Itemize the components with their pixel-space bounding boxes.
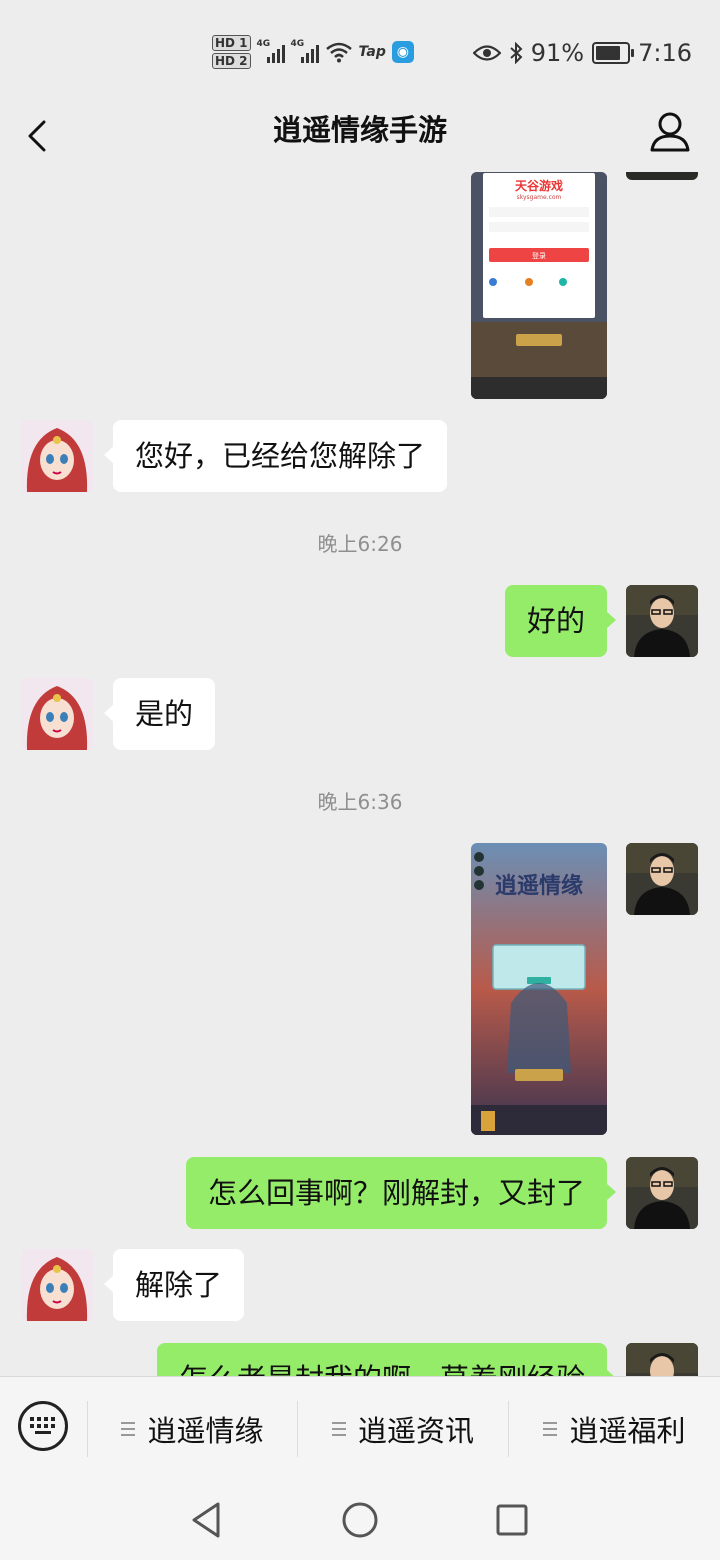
avatar-self[interactable] (626, 1343, 698, 1376)
chat-area[interactable]: 天谷游戏 skysgame.com 登录 您好，已经给您解除了 晚上6:26 好… (0, 172, 720, 1376)
timestamp: 晚上6:26 (317, 532, 403, 556)
keyboard-icon (30, 1417, 55, 1434)
tap-label: Tap (358, 44, 386, 60)
girl-avatar-image (21, 1249, 93, 1321)
message-bubble[interactable]: 是的 (103, 678, 216, 750)
avatar-self[interactable] (626, 843, 698, 915)
hd2-badge: HD 2 (212, 53, 251, 69)
signal-1-icon: 4G (256, 39, 285, 63)
screenshot-brand: 天谷游戏 (515, 178, 563, 193)
message-bubble[interactable]: 怎么回事啊？刚解封，又封了 (185, 1157, 617, 1229)
menu-list-icon (331, 1422, 346, 1436)
recents-square-icon[interactable] (492, 1500, 532, 1540)
avatar-self[interactable] (626, 1157, 698, 1229)
official-account-menu: 逍遥情缘 逍遥资讯 逍遥福利 (0, 1376, 720, 1481)
image-message[interactable]: 天谷游戏 skysgame.com 登录 (471, 172, 607, 399)
chat-title: 逍遥情缘手游 (272, 113, 447, 147)
wifi-icon (325, 42, 352, 63)
menu-item-xiaoyao-news[interactable]: 逍遥资讯 (298, 1377, 508, 1481)
status-bar: HD 1 HD 2 4G 4G Tap ◉ 91% 7:16 (0, 0, 720, 100)
man-avatar-image (626, 1157, 698, 1229)
menu-list-icon (543, 1422, 558, 1436)
menu-item-xiaoyao-welfare[interactable]: 逍遥福利 (509, 1377, 720, 1481)
menu-item-xiaoyao-qingyuan[interactable]: 逍遥情缘 (88, 1377, 297, 1481)
timestamp: 晚上6:36 (317, 790, 403, 814)
home-circle-icon[interactable] (340, 1500, 380, 1540)
message-bubble[interactable]: 您好，已经给您解除了 (103, 420, 448, 492)
battery-fill (596, 46, 621, 60)
game-screenshot-image: 逍遥情缘 (471, 843, 607, 1135)
game-logo-text: 逍遥情缘 (495, 873, 583, 899)
profile-icon[interactable] (648, 110, 692, 154)
girl-avatar-image (21, 678, 93, 750)
status-left: HD 1 HD 2 4G 4G Tap ◉ (212, 30, 414, 74)
hd1-badge: HD 1 (212, 35, 251, 51)
battery-icon (592, 42, 635, 64)
image-message[interactable]: 逍遥情缘 (471, 843, 607, 1135)
message-bubble[interactable]: 怎么老是封我的啊，莫着刚经验 (156, 1343, 617, 1376)
man-avatar-image (626, 585, 698, 657)
screenshot-domain: skysgame.com (517, 194, 562, 201)
avatar-other[interactable] (21, 678, 93, 750)
avatar-other[interactable] (21, 1249, 93, 1321)
signal-2-icon: 4G (290, 39, 319, 63)
avatar-self[interactable] (626, 172, 698, 180)
back-triangle-icon[interactable] (186, 1500, 226, 1540)
eye-icon (472, 45, 501, 61)
net2-label: 4G (290, 39, 305, 49)
menu-item-label: 逍遥情缘 (147, 1414, 264, 1448)
menu-list-icon (121, 1422, 136, 1436)
title-bar: 逍遥情缘手游 (0, 100, 720, 172)
avatar-other[interactable] (21, 420, 93, 492)
man-avatar-image (626, 843, 698, 915)
net1-label: 4G (256, 39, 271, 49)
login-screenshot-image: 天谷游戏 skysgame.com 登录 (471, 172, 607, 399)
clock: 7:16 (638, 39, 692, 67)
bluetooth-icon (510, 42, 523, 64)
hd-indicators: HD 1 HD 2 (212, 35, 251, 69)
app-notification-icon: ◉ (391, 41, 414, 63)
menu-item-label: 逍遥资讯 (357, 1414, 474, 1448)
system-nav-bar (0, 1480, 720, 1560)
status-right: 91% 7:16 (472, 36, 692, 70)
screenshot-login-btn: 登录 (532, 251, 546, 260)
message-bubble[interactable]: 好的 (504, 585, 617, 657)
avatar-self[interactable] (626, 585, 698, 657)
message-bubble[interactable]: 解除了 (103, 1249, 245, 1321)
menu-item-label: 逍遥福利 (569, 1414, 686, 1448)
man-avatar-image (626, 1343, 698, 1376)
girl-avatar-image (21, 420, 93, 492)
keyboard-toggle-button[interactable] (18, 1401, 68, 1451)
battery-percent: 91% (530, 39, 585, 67)
